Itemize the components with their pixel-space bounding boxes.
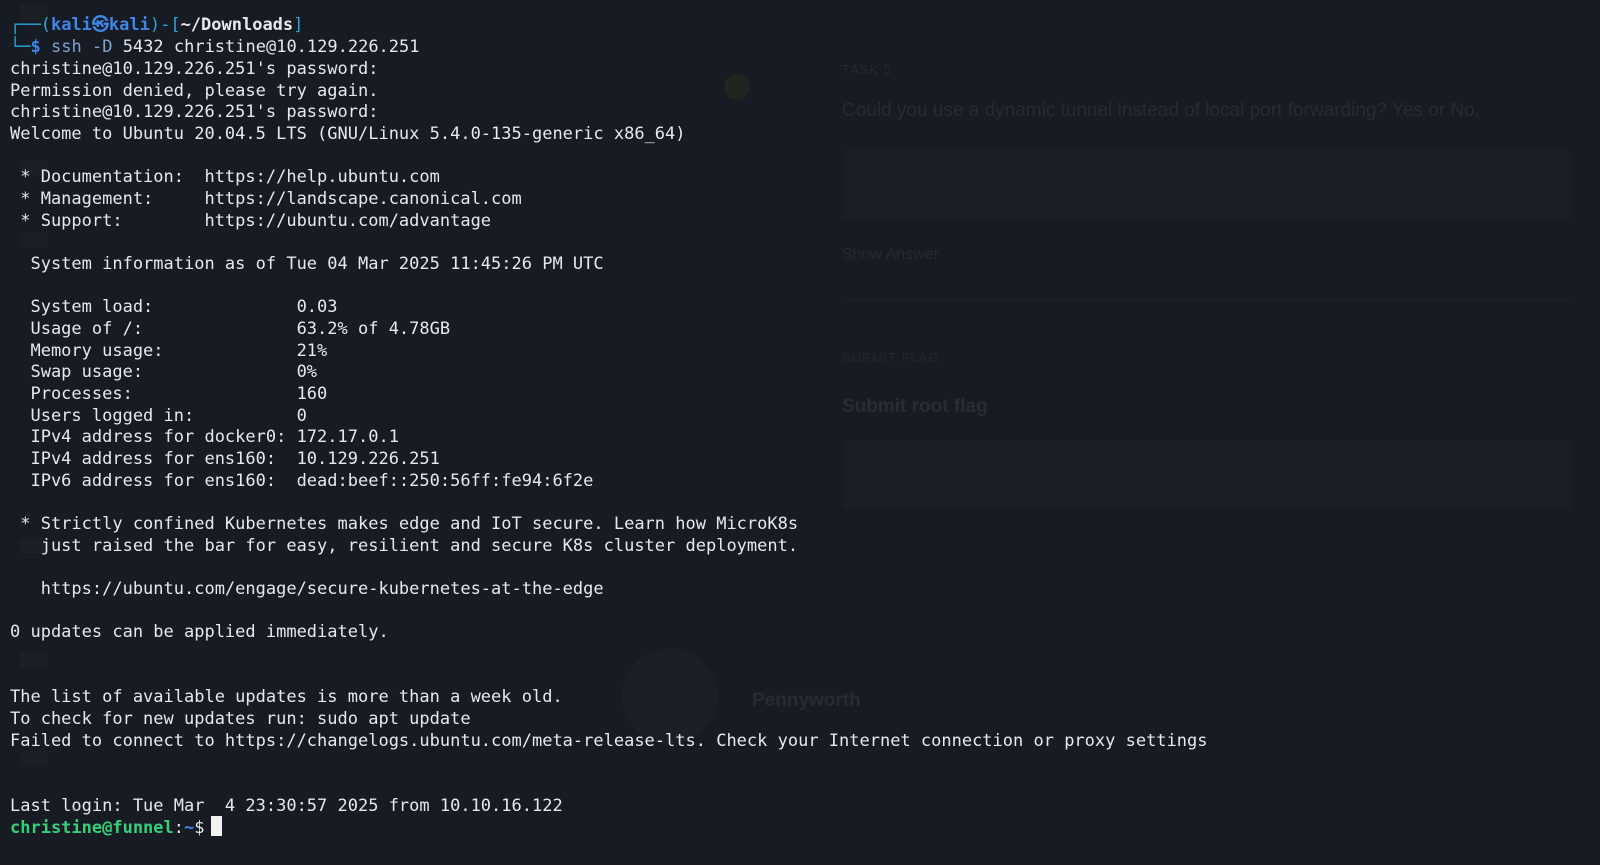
output-line: * Strictly confined Kubernetes makes edg…: [10, 514, 799, 534]
output-line: * Support: https://ubuntu.com/advantage: [10, 211, 492, 231]
text-cursor: [210, 816, 222, 836]
prompt-line-1: ┌──(kali㉿kali)-[~/Downloads]: [10, 14, 303, 36]
output-line: To check for new updates run: sudo apt u…: [10, 709, 471, 729]
screen: TASK 5 Could you use a dynamic tunnel in…: [0, 0, 1600, 865]
output-line: just raised the bar for easy, resilient …: [10, 536, 799, 556]
output-line: Swap usage: 0%: [10, 362, 318, 382]
terminal-window[interactable]: ┌──(kali㉿kali)-[~/Downloads] └─$ ssh -D …: [0, 0, 1600, 865]
prompt-path-open: )-[: [149, 15, 181, 35]
prompt-user-host: kali㉿kali: [50, 15, 150, 35]
command-line: └─$ ssh -D 5432 christine@10.129.226.251: [10, 36, 420, 58]
output-line: Processes: 160: [10, 384, 328, 404]
output-line: Permission denied, please try again.: [10, 81, 379, 101]
prompt-symbol: $: [30, 37, 41, 57]
remote-separator: :: [173, 818, 185, 838]
output-line: System load: 0.03: [10, 297, 338, 317]
prompt-path-close: ]: [293, 15, 304, 35]
output-line: 0 updates can be applied immediately.: [10, 622, 389, 642]
output-line: christine@10.129.226.251's password:: [10, 59, 379, 79]
remote-symbol: $: [194, 818, 205, 838]
prompt-second-prefix: └─: [10, 37, 31, 57]
output-line: Usage of /: 63.2% of 4.78GB: [10, 319, 451, 339]
output-line: IPv6 address for ens160: dead:beef::250:…: [10, 471, 594, 491]
output-line: Failed to connect to https://changelogs.…: [10, 731, 1208, 751]
output-line: Users logged in: 0: [10, 406, 307, 426]
remote-user-host: christine@funnel: [10, 818, 174, 838]
remote-path: ~: [184, 818, 195, 838]
output-line: Memory usage: 21%: [10, 341, 328, 361]
output-line: https://ubuntu.com/engage/secure-kuberne…: [10, 579, 604, 599]
prompt-open: ┌──(: [10, 15, 51, 35]
prompt-path: ~/Downloads: [180, 15, 294, 35]
output-line: * Documentation: https://help.ubuntu.com: [10, 167, 440, 187]
output-line: IPv4 address for docker0: 172.17.0.1: [10, 427, 399, 447]
output-line: Last login: Tue Mar 4 23:30:57 2025 from…: [10, 796, 563, 816]
output-line: IPv4 address for ens160: 10.129.226.251: [10, 449, 440, 469]
remote-prompt-line[interactable]: christine@funnel:~$: [10, 816, 222, 838]
output-line: * Management: https://landscape.canonica…: [10, 189, 522, 209]
output-line: System information as of Tue 04 Mar 2025…: [10, 254, 604, 274]
command-flag: -D: [91, 37, 113, 57]
command-args: 5432 christine@10.129.226.251: [122, 37, 420, 57]
output-line: Welcome to Ubuntu 20.04.5 LTS (GNU/Linux…: [10, 124, 686, 144]
command-program: ssh: [50, 37, 82, 57]
output-line: christine@10.129.226.251's password:: [10, 102, 379, 122]
output-line: The list of available updates is more th…: [10, 687, 563, 707]
